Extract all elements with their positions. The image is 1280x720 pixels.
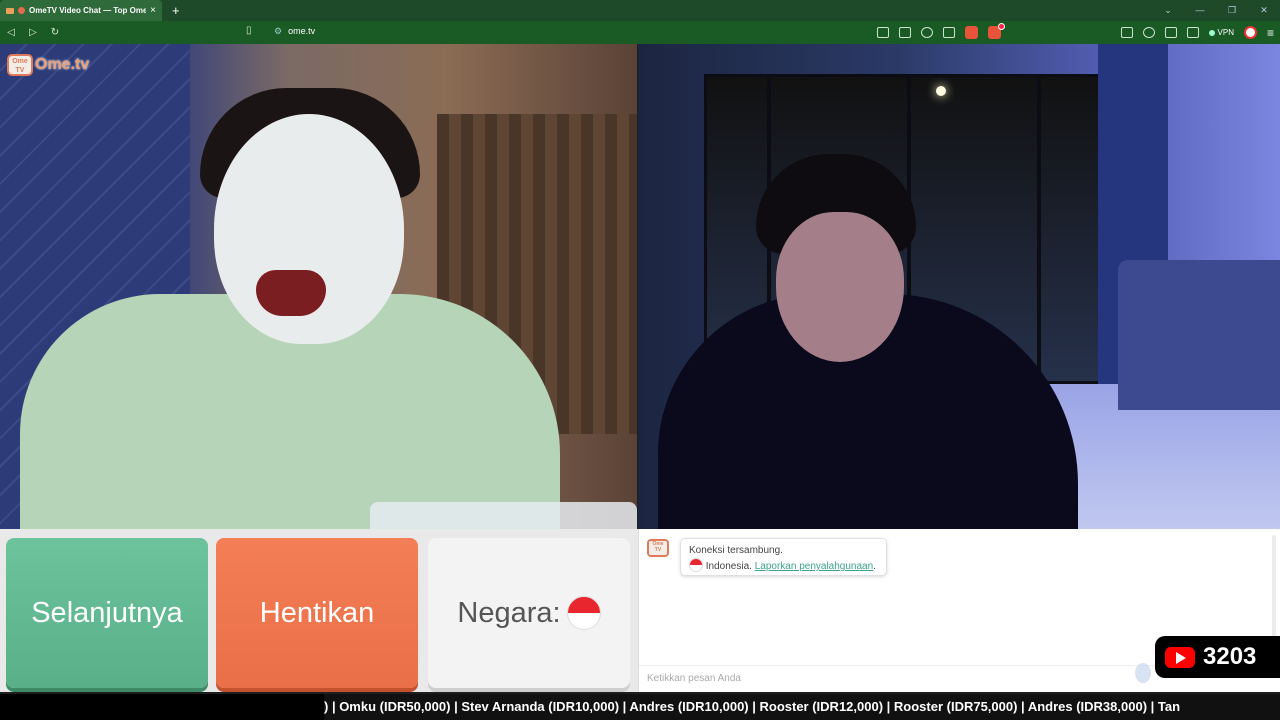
url-text: ome.tv xyxy=(288,26,316,36)
restore-button[interactable]: ❐ xyxy=(1216,0,1248,21)
country-selector[interactable]: Negara: xyxy=(428,538,630,688)
vpn-label: VPN xyxy=(1217,28,1234,37)
brave-rewards-icon[interactable] xyxy=(987,23,1005,39)
youtube-count: 3203 xyxy=(1203,643,1257,670)
donation-ticker: ) | Omku (IDR50,000) | Stev Arnanda (IDR… xyxy=(0,694,1280,720)
browser-tab[interactable]: OmeTV Video Chat — Top Ome × xyxy=(0,0,162,21)
person-mouth xyxy=(256,270,326,316)
video-background-sofa xyxy=(1118,260,1280,410)
camera-icon[interactable] xyxy=(876,27,889,38)
ticker-left-strip xyxy=(0,694,324,720)
ticker-text: ) | Omku (IDR50,000) | Stev Arnanda (IDR… xyxy=(324,699,1181,714)
tab-close-icon[interactable]: × xyxy=(150,5,156,16)
forward-icon[interactable]: ▷ xyxy=(22,27,44,38)
country-name: Indonesia. xyxy=(705,561,752,572)
stranger-video xyxy=(0,44,637,529)
plastic-box xyxy=(370,502,637,529)
tab-title: OmeTV Video Chat — Top Ome xyxy=(29,6,147,15)
translate-icon[interactable] xyxy=(920,27,933,38)
window-controls: ⌄ — ❐ ✕ xyxy=(1152,0,1280,21)
site-info-icon[interactable]: ⚙ xyxy=(274,26,282,37)
menu-icon[interactable]: ≡ xyxy=(1267,26,1274,40)
person-face xyxy=(776,212,904,362)
water-drop-icon xyxy=(1135,663,1151,683)
self-video xyxy=(638,44,1280,529)
wallet-icon[interactable] xyxy=(1186,27,1199,38)
ometv-tv-icon: Ome TV xyxy=(7,54,33,76)
stop-button[interactable]: Hentikan xyxy=(216,538,418,688)
new-tab-button[interactable]: + xyxy=(172,3,180,18)
back-icon[interactable]: ◁ xyxy=(0,27,22,38)
country-label: Negara: xyxy=(457,596,561,629)
ometv-tv-icon: Ome TV xyxy=(647,539,669,557)
bookmark-icon[interactable]: ▯ xyxy=(246,25,252,36)
ometv-logo: Ome TV Ome.tv xyxy=(7,54,89,76)
address-bar[interactable]: ⚙ ome.tv xyxy=(274,26,315,37)
vpn-status-icon xyxy=(1208,29,1215,36)
youtube-counter: 3203 xyxy=(1155,636,1280,678)
extension-flag-icon[interactable] xyxy=(1120,27,1133,38)
cast-icon[interactable] xyxy=(898,27,911,38)
country-line: Indonesia. Laporkan penyalahgunaan. xyxy=(689,558,878,574)
recording-dot-icon xyxy=(18,7,25,14)
reload-icon[interactable]: ↻ xyxy=(44,27,66,38)
ometv-logo-text: Ome.tv xyxy=(35,56,90,73)
indonesia-flag-icon xyxy=(566,596,601,630)
extensions-icon[interactable] xyxy=(1142,27,1155,38)
tab-search-icon[interactable]: ⌄ xyxy=(1152,0,1184,21)
indonesia-flag-icon xyxy=(689,558,703,572)
youtube-icon xyxy=(1165,646,1195,668)
system-message: Koneksi tersambung. Indonesia. Laporkan … xyxy=(680,538,887,576)
tab-favicon-icon xyxy=(6,7,14,14)
chat-input[interactable]: Ketikkan pesan Anda xyxy=(647,673,741,684)
report-abuse-link[interactable]: Laporkan penyalahgunaan xyxy=(755,561,873,572)
toolbar-right: VPN ≡ xyxy=(876,23,1280,41)
navigation-bar: ◁ ▷ ↻ ▯ ⚙ ome.tv VPN ≡ xyxy=(0,21,1280,44)
vpn-button[interactable]: VPN xyxy=(1208,28,1234,37)
sidebar-icon[interactable] xyxy=(1164,27,1177,38)
share-icon[interactable] xyxy=(942,27,955,38)
ceiling-light xyxy=(936,86,946,96)
control-panel: Selanjutnya Hentikan Negara: xyxy=(0,529,638,692)
brave-shields-icon[interactable] xyxy=(964,26,978,39)
connection-status: Koneksi tersambung. xyxy=(689,545,783,556)
notification-badge xyxy=(997,23,1005,30)
minimize-button[interactable]: — xyxy=(1184,0,1216,21)
report-suffix: . xyxy=(873,561,876,572)
tab-strip: OmeTV Video Chat — Top Ome × + ⌄ — ❐ ✕ xyxy=(0,0,1280,21)
next-button[interactable]: Selanjutnya xyxy=(6,538,208,688)
close-window-button[interactable]: ✕ xyxy=(1248,0,1280,21)
profile-avatar[interactable] xyxy=(1243,26,1257,39)
